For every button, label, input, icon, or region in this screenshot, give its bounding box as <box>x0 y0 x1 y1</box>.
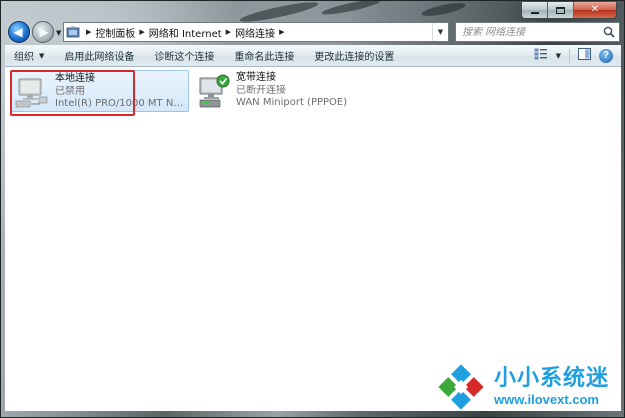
local-connection-disabled-icon <box>15 74 51 110</box>
search-box[interactable] <box>455 22 620 42</box>
watermark-title: 小小系统迷 <box>494 366 610 391</box>
search-icon[interactable] <box>601 24 617 40</box>
view-options-icon <box>534 48 548 63</box>
command-bar: 组织 ▼ 启用此网络设备 诊断这个连接 重命名此连接 更改此连接的设置 ▼ ? <box>5 45 621 67</box>
view-dropdown-button[interactable]: ▼ <box>552 45 565 67</box>
explorer-window: ✕ ◀ ▶ ▼ ▶ 控制面板 ▶ 网络和 Internet ▶ 网络连接 ▶ ▼… <box>0 0 625 418</box>
help-icon: ? <box>599 48 613 63</box>
change-settings-button[interactable]: 更改此连接的设置 <box>304 45 404 67</box>
preview-pane-icon <box>578 48 591 63</box>
rename-connection-button[interactable]: 重命名此连接 <box>224 45 304 67</box>
breadcrumb-control-panel[interactable]: 控制面板 <box>95 25 135 40</box>
preview-pane-button[interactable] <box>574 45 595 67</box>
connection-name: 宽带连接 <box>236 72 276 83</box>
network-folder-icon <box>64 23 82 41</box>
watermark-text: 小小系统迷 www.ilovext.com <box>494 366 609 408</box>
address-bar[interactable]: ▶ 控制面板 ▶ 网络和 Internet ▶ 网络连接 ▶ ▼ <box>63 22 449 42</box>
connection-status: 已断开连接 <box>236 84 286 96</box>
close-button[interactable]: ✕ <box>574 2 616 18</box>
address-history-dropdown-icon[interactable]: ▼ <box>432 23 448 41</box>
close-icon: ✕ <box>590 4 600 15</box>
diagnose-connection-button[interactable]: 诊断这个连接 <box>144 45 224 67</box>
connection-item-broadband[interactable]: 宽带连接 已断开连接 WAN Miniport (PPPOE) <box>193 70 373 112</box>
toolbar-view-controls: ▼ ? <box>530 45 621 67</box>
back-button[interactable]: ◀ <box>8 21 30 43</box>
broadband-connection-icon <box>196 73 232 109</box>
connection-name: 本地连接 <box>55 73 95 84</box>
minimize-button[interactable] <box>522 2 548 18</box>
minimize-icon <box>530 12 539 14</box>
breadcrumb-separator-icon[interactable]: ▶ <box>82 28 95 36</box>
connection-details: 本地连接 已禁用 Intel(R) PRO/1000 MT Networ... <box>55 71 187 111</box>
forward-arrow-icon: ▶ <box>39 25 49 39</box>
breadcrumb-network-internet[interactable]: 网络和 Internet <box>149 25 222 40</box>
help-button[interactable]: ? <box>595 45 617 67</box>
breadcrumb-separator-icon[interactable]: ▶ <box>135 28 148 36</box>
organize-label: 组织 <box>14 52 34 63</box>
watermark-logo-icon <box>434 360 488 414</box>
toolbar-divider <box>569 48 570 63</box>
breadcrumb-separator-icon[interactable]: ▶ <box>222 28 235 36</box>
chevron-down-icon: ▼ <box>555 51 561 60</box>
maximize-icon <box>556 6 565 14</box>
breadcrumb-network-connections[interactable]: 网络连接 <box>235 25 275 40</box>
back-arrow-icon: ◀ <box>13 25 23 39</box>
site-watermark: 小小系统迷 www.ilovext.com <box>434 359 624 415</box>
search-input[interactable] <box>462 26 601 38</box>
navigation-bar: ◀ ▶ ▼ ▶ 控制面板 ▶ 网络和 Internet ▶ 网络连接 ▶ ▼ 搜… <box>5 21 622 45</box>
breadcrumb-separator-icon[interactable]: ▶ <box>275 28 288 36</box>
watermark-url: www.ilovext.com <box>494 392 599 407</box>
connection-device: Intel(R) PRO/1000 MT Networ... <box>55 98 187 109</box>
maximize-button[interactable] <box>548 2 574 18</box>
chevron-down-icon: ▼ <box>39 51 45 60</box>
forward-button[interactable]: ▶ <box>32 21 54 43</box>
caption-buttons: ✕ <box>521 2 617 19</box>
organize-menu-button[interactable]: 组织 ▼ <box>5 45 54 67</box>
connection-details: 宽带连接 已断开连接 WAN Miniport (PPPOE) <box>236 70 347 110</box>
connection-item-local[interactable]: 本地连接 已禁用 Intel(R) PRO/1000 MT Networ... <box>11 70 189 112</box>
enable-device-button[interactable]: 启用此网络设备 <box>54 45 144 67</box>
change-view-button[interactable] <box>530 45 552 67</box>
connection-status: 已禁用 <box>55 85 85 97</box>
connection-device: WAN Miniport (PPPOE) <box>236 97 348 108</box>
